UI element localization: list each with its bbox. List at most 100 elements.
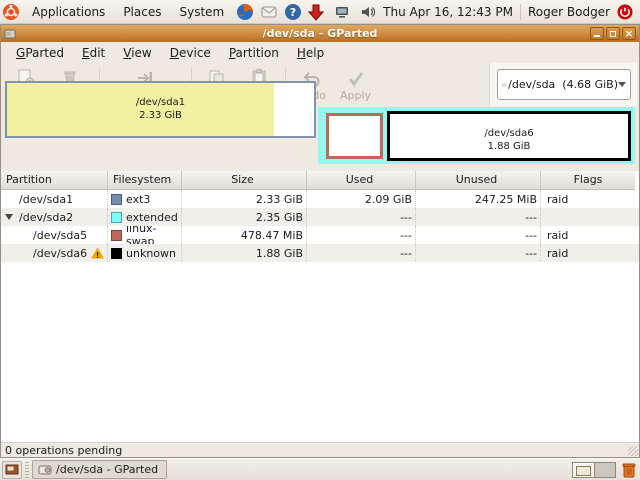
show-desktop-button[interactable]: [2, 460, 22, 479]
apply-button[interactable]: Apply: [333, 65, 378, 105]
menu-gparted[interactable]: GParted: [7, 43, 73, 63]
size-cell: 478.47 MiB: [182, 226, 307, 244]
menu-view[interactable]: View: [114, 43, 160, 63]
apply-check-icon: [348, 72, 363, 87]
col-header-partition[interactable]: Partition: [1, 171, 108, 190]
operations-pending-text: 0 operations pending: [5, 444, 123, 457]
gparted-window: /dev/sda - GParted × GParted Edit View D…: [0, 24, 640, 458]
partition-name: /dev/sda1: [19, 192, 74, 206]
col-header-used[interactable]: Used: [307, 171, 416, 190]
col-header-size[interactable]: Size: [182, 171, 307, 190]
menu-device[interactable]: Device: [161, 43, 220, 63]
table-header: Partition Filesystem Size Used Unused Fl…: [1, 171, 639, 190]
menubar: GParted Edit View Device Partition Help: [1, 42, 639, 63]
network-monitor-icon[interactable]: [333, 3, 351, 21]
chevron-down-icon: [618, 82, 626, 87]
mail-launcher-icon[interactable]: [260, 3, 278, 21]
filesystem-name: linux-swap: [126, 226, 157, 244]
volume-icon[interactable]: [359, 3, 377, 21]
menu-help[interactable]: Help: [288, 43, 333, 63]
partition-block-name: /dev/sda6: [484, 128, 534, 139]
menu-places[interactable]: Places: [115, 2, 169, 22]
unused-cell: ---: [416, 226, 541, 244]
gparted-task-icon: [38, 465, 52, 474]
gparted-window-icon: [4, 28, 16, 40]
partition-name: /dev/sda6: [33, 246, 88, 260]
expander-icon[interactable]: [5, 214, 13, 220]
used-cell: ---: [307, 244, 416, 262]
close-button[interactable]: ×: [622, 27, 636, 40]
size-cell: 1.88 GiB: [182, 244, 307, 262]
filesystem-color-swatch: [111, 247, 122, 259]
warning-icon: [91, 247, 105, 259]
table-row-sda1[interactable]: /dev/sda1 ext3 2.33 GiB 2.09 GiB 247.25 …: [1, 190, 639, 208]
partition-block-extended[interactable]: /dev/sda6 1.88 GiB: [318, 107, 635, 164]
disk-visual-area: /dev/sda1 2.33 GiB /dev/sda6 1.88 GiB: [1, 81, 639, 171]
flags-cell: raid: [547, 228, 569, 242]
used-cell: ---: [307, 208, 416, 226]
used-cell: 2.09 GiB: [307, 190, 416, 208]
task-button-label: /dev/sda - GParted: [56, 463, 159, 476]
logout-icon[interactable]: [616, 3, 634, 21]
filesystem-color-swatch: [111, 211, 122, 223]
minimize-button[interactable]: [590, 27, 604, 40]
col-header-unused[interactable]: Unused: [416, 171, 541, 190]
desktop-icon: [5, 464, 19, 474]
menu-partition[interactable]: Partition: [220, 43, 288, 63]
panel-separator: [519, 3, 521, 20]
partition-block-name: /dev/sda1: [135, 97, 186, 108]
col-header-flags[interactable]: Flags: [541, 171, 635, 190]
user-switcher[interactable]: Roger Bodger: [528, 5, 610, 19]
firefox-launcher-icon[interactable]: [236, 3, 254, 21]
filesystem-color-swatch: [111, 193, 122, 205]
size-cell: 2.33 GiB: [182, 190, 307, 208]
flags-cell: raid: [547, 192, 569, 206]
taskbar-handle[interactable]: [25, 461, 29, 478]
svg-text:?: ?: [290, 6, 296, 19]
bottom-taskbar: /dev/sda - GParted: [0, 458, 640, 480]
flags-cell: [541, 208, 635, 226]
size-cell: 2.35 GiB: [182, 208, 307, 226]
update-notifier-icon[interactable]: [307, 3, 325, 21]
task-button-gparted[interactable]: /dev/sda - GParted: [32, 460, 167, 479]
filesystem-name: unknown: [126, 246, 176, 260]
device-selector-value: /dev/sda (4.68 GiB): [508, 78, 618, 91]
partition-block-sda1[interactable]: /dev/sda1 2.33 GiB: [5, 81, 316, 138]
partition-block-sda6[interactable]: /dev/sda6 1.88 GiB: [387, 111, 631, 161]
partition-block-size: 2.33 GiB: [139, 109, 182, 121]
table-row-sda2[interactable]: /dev/sda2 extended 2.35 GiB --- ---: [1, 208, 639, 226]
col-header-filesystem[interactable]: Filesystem: [108, 171, 182, 190]
unused-cell: ---: [416, 208, 541, 226]
resize-grip[interactable]: [628, 446, 638, 456]
partition-block-size: 1.88 GiB: [487, 140, 531, 152]
window-title: /dev/sda - GParted: [262, 27, 378, 40]
menu-edit[interactable]: Edit: [73, 43, 114, 63]
workspace-1[interactable]: [573, 462, 595, 477]
workspace-2[interactable]: [594, 462, 615, 477]
table-row-sda5[interactable]: /dev/sda5 linux-swap 478.47 MiB --- --- …: [1, 226, 639, 244]
gnome-top-panel: Applications Places System ? Thu Apr 16,…: [0, 0, 640, 24]
maximize-button[interactable]: [606, 27, 620, 40]
partition-block-swap[interactable]: [326, 113, 383, 159]
unused-cell: ---: [416, 244, 541, 262]
used-cell: ---: [307, 226, 416, 244]
partition-table: Partition Filesystem Size Used Unused Fl…: [1, 171, 639, 442]
status-bar: 0 operations pending: [1, 442, 639, 457]
menu-applications[interactable]: Applications: [24, 2, 113, 22]
trash-applet-icon[interactable]: [621, 461, 637, 479]
window-titlebar[interactable]: /dev/sda - GParted ×: [1, 25, 639, 42]
partition-name: /dev/sda5: [33, 228, 88, 242]
hard-drive-icon: [502, 83, 507, 86]
unused-cell: 247.25 MiB: [416, 190, 541, 208]
help-launcher-icon[interactable]: ?: [284, 3, 302, 21]
filesystem-color-swatch: [111, 229, 122, 241]
workspace-switcher[interactable]: [572, 461, 616, 478]
filesystem-name: ext3: [126, 192, 151, 206]
table-row-sda6[interactable]: /dev/sda6 unknown 1.88 GiB --- --- raid: [1, 244, 639, 262]
device-selector-panel: /dev/sda (4.68 GiB): [489, 63, 637, 106]
filesystem-name: extended: [126, 210, 178, 224]
ubuntu-logo-icon[interactable]: [2, 3, 20, 21]
device-selector[interactable]: /dev/sda (4.68 GiB): [497, 69, 631, 100]
panel-clock[interactable]: Thu Apr 16, 12:43 PM: [383, 5, 513, 19]
menu-system[interactable]: System: [171, 2, 232, 22]
